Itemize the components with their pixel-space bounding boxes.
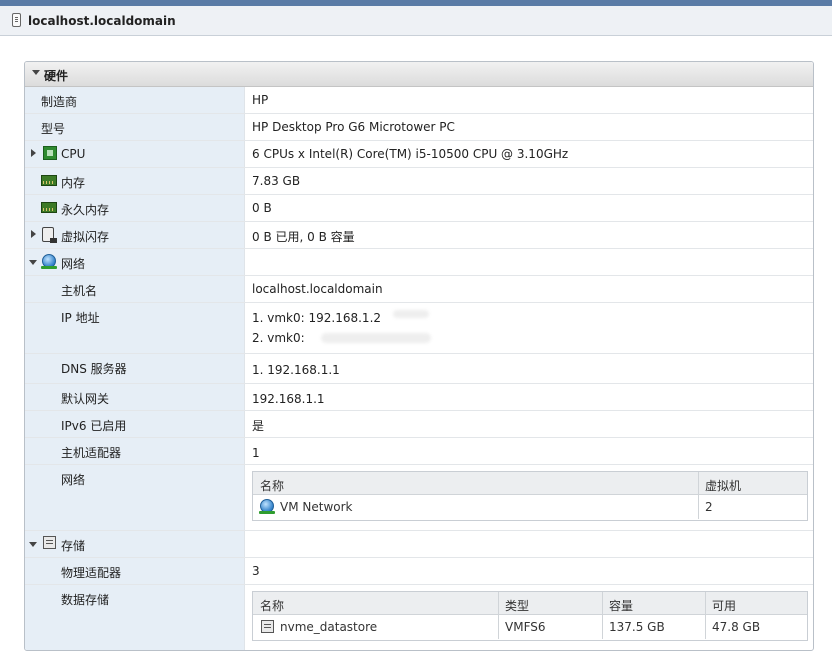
cpu-value: 6 CPUs x Intel(R) Core(TM) i5-10500 CPU … bbox=[252, 147, 569, 161]
virtual-flash-label: 虚拟闪存 bbox=[61, 230, 110, 244]
cpu-row: CPU 6 CPUs x Intel(R) Core(TM) i5-10500 … bbox=[25, 141, 813, 168]
hostname-value: localhost.localdomain bbox=[252, 282, 383, 296]
manufacturer-label: 制造商 bbox=[41, 95, 78, 109]
gateway-row: 默认网关 192.168.1.1 bbox=[25, 384, 813, 411]
network-globe-icon bbox=[41, 254, 57, 269]
physical-adapters-label: 物理适配器 bbox=[61, 566, 122, 580]
hardware-section-label: 硬件 bbox=[44, 69, 69, 83]
column-header-free[interactable]: 可用 bbox=[712, 597, 736, 614]
datastore-type: VMFS6 bbox=[505, 620, 546, 634]
ip-row: IP 地址 1. vmk0: 192.168.1.2 2. vmk0: bbox=[25, 303, 813, 354]
redacted-address bbox=[321, 333, 431, 343]
collapse-network-icon[interactable] bbox=[29, 260, 37, 265]
gateway-value: 192.168.1.1 bbox=[252, 392, 325, 406]
networks-row: 网络 名称 虚拟机 VM Network 2 bbox=[25, 465, 813, 531]
table-row: nvme_datastore VMFS6 137.5 GB 47.8 GB bbox=[253, 615, 807, 639]
hardware-panel: 硬件 制造商 HP 型号 HP Desktop Pro G6 Microtowe… bbox=[24, 61, 814, 651]
network-row: 网络 bbox=[25, 249, 813, 276]
window-title-bar: localhost.localdomain bbox=[0, 0, 832, 36]
ipv6-label: IPv6 已启用 bbox=[61, 419, 127, 433]
model-label: 型号 bbox=[41, 122, 66, 136]
datastore-free: 47.8 GB bbox=[712, 620, 761, 634]
vm-network-vm-count: 2 bbox=[705, 500, 713, 514]
storage-icon bbox=[43, 536, 56, 549]
column-header-name[interactable]: 名称 bbox=[260, 597, 284, 614]
dns-value: 1. 192.168.1.1 bbox=[252, 363, 340, 377]
virtual-flash-row: 虚拟闪存 0 B 已用, 0 B 容量 bbox=[25, 222, 813, 249]
ip-value-2: 2. vmk0: bbox=[252, 331, 305, 345]
dns-row: DNS 服务器 1. 192.168.1.1 bbox=[25, 354, 813, 384]
vm-network-icon bbox=[259, 499, 275, 514]
memory-icon bbox=[41, 175, 57, 186]
datastores-row: 数据存储 名称 类型 容量 可用 nvme_datastore VMFS6 13… bbox=[25, 585, 813, 650]
expand-cpu-icon[interactable] bbox=[31, 149, 36, 157]
datastore-capacity: 137.5 GB bbox=[609, 620, 665, 634]
column-header-type[interactable]: 类型 bbox=[505, 597, 529, 614]
column-header-name[interactable]: 名称 bbox=[260, 477, 284, 494]
host-adapters-label: 主机适配器 bbox=[61, 446, 122, 460]
datastore-icon bbox=[261, 620, 274, 633]
virtual-flash-value: 0 B 已用, 0 B 容量 bbox=[252, 230, 355, 244]
datastores-label: 数据存储 bbox=[61, 593, 110, 607]
datastores-table: 名称 类型 容量 可用 nvme_datastore VMFS6 137.5 G… bbox=[252, 591, 808, 641]
networks-label: 网络 bbox=[61, 473, 86, 487]
storage-row: 存储 bbox=[25, 531, 813, 558]
networks-table: 名称 虚拟机 VM Network 2 bbox=[252, 471, 808, 521]
hostname-row: 主机名 localhost.localdomain bbox=[25, 276, 813, 303]
vm-network-link[interactable]: VM Network bbox=[280, 500, 352, 514]
networks-table-header: 名称 虚拟机 bbox=[253, 472, 807, 495]
host-adapters-value: 1 bbox=[252, 446, 260, 460]
column-header-vms[interactable]: 虚拟机 bbox=[705, 477, 741, 494]
persistent-memory-label: 永久内存 bbox=[61, 203, 110, 217]
model-value: HP Desktop Pro G6 Microtower PC bbox=[252, 120, 455, 134]
ipv6-row: IPv6 已启用 是 bbox=[25, 411, 813, 438]
ip-value-1: 1. vmk0: 192.168.1.2 bbox=[252, 311, 382, 325]
dns-label: DNS 服务器 bbox=[61, 362, 127, 376]
gateway-label: 默认网关 bbox=[61, 392, 110, 406]
collapse-storage-icon[interactable] bbox=[29, 542, 37, 547]
physical-adapters-row: 物理适配器 3 bbox=[25, 558, 813, 585]
manufacturer-row: 制造商 HP bbox=[25, 87, 813, 114]
memory-value: 7.83 GB bbox=[252, 174, 301, 188]
persistent-memory-value: 0 B bbox=[252, 201, 272, 215]
hardware-section-header[interactable]: 硬件 bbox=[25, 62, 813, 87]
datastore-link[interactable]: nvme_datastore bbox=[280, 620, 377, 634]
network-label: 网络 bbox=[61, 257, 86, 271]
memory-row: 内存 7.83 GB bbox=[25, 168, 813, 195]
host-adapters-row: 主机适配器 1 bbox=[25, 438, 813, 465]
virtual-flash-icon bbox=[42, 227, 57, 243]
window-title: localhost.localdomain bbox=[28, 14, 176, 28]
ipv6-value: 是 bbox=[252, 419, 265, 433]
memory-label: 内存 bbox=[61, 176, 86, 190]
model-row: 型号 HP Desktop Pro G6 Microtower PC bbox=[25, 114, 813, 141]
persistent-memory-icon bbox=[41, 202, 57, 213]
expand-virtual-flash-icon[interactable] bbox=[31, 230, 36, 238]
persistent-memory-row: 永久内存 0 B bbox=[25, 195, 813, 222]
table-row: VM Network 2 bbox=[253, 495, 807, 519]
cpu-icon bbox=[43, 146, 57, 160]
host-icon bbox=[12, 13, 21, 27]
manufacturer-value: HP bbox=[252, 93, 269, 107]
cpu-label: CPU bbox=[61, 147, 86, 161]
physical-adapters-value: 3 bbox=[252, 564, 260, 578]
datastores-table-header: 名称 类型 容量 可用 bbox=[253, 592, 807, 615]
ip-label: IP 地址 bbox=[61, 311, 100, 325]
column-header-capacity[interactable]: 容量 bbox=[609, 597, 633, 614]
storage-label: 存储 bbox=[61, 539, 86, 553]
hostname-label: 主机名 bbox=[61, 284, 98, 298]
collapse-triangle-icon[interactable] bbox=[32, 70, 40, 75]
redaction-mark bbox=[393, 310, 429, 318]
